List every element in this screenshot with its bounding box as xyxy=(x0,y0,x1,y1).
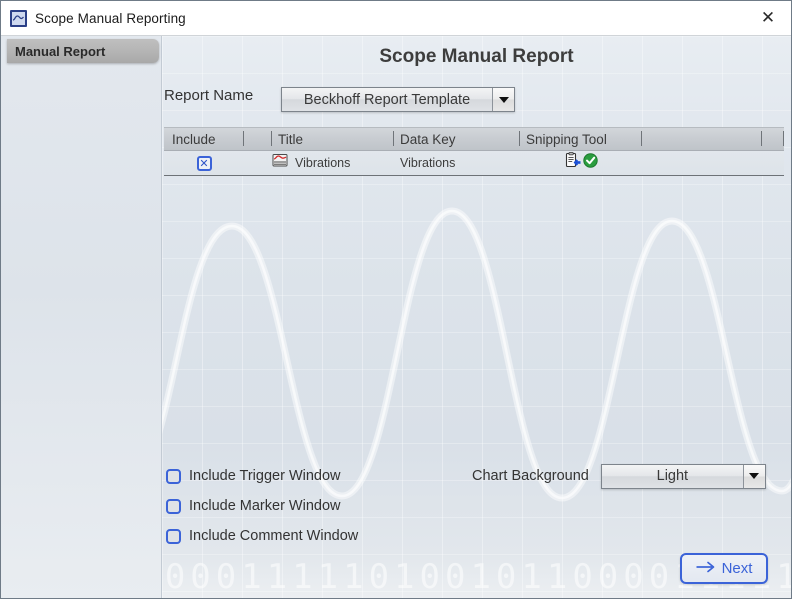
include-trigger-window-checkbox[interactable] xyxy=(166,468,181,484)
cell-title: Vibrations xyxy=(272,151,394,175)
include-comment-window-checkbox[interactable] xyxy=(166,528,181,544)
cell-spacer xyxy=(244,151,272,175)
include-marker-window-checkbox[interactable] xyxy=(166,498,181,514)
next-button-label: Next xyxy=(721,560,753,577)
cell-data-key: Vibrations xyxy=(394,151,520,175)
column-header-include[interactable]: Include xyxy=(164,128,244,150)
report-name-dropdown[interactable]: Beckhoff Report Template xyxy=(281,87,515,112)
column-header-title[interactable]: Title xyxy=(272,128,394,150)
include-comment-window-label: Include Comment Window xyxy=(189,528,359,544)
table-header-row: Include Title Data Key Snipping Tool xyxy=(164,127,784,151)
column-header-data-key[interactable]: Data Key xyxy=(394,128,520,150)
include-trigger-window-label: Include Trigger Window xyxy=(189,468,341,484)
report-items-table: Include Title Data Key Snipping Tool ✕ V… xyxy=(164,127,784,176)
column-header-extra[interactable] xyxy=(642,128,762,150)
sidebar-item-label: Manual Report xyxy=(15,43,106,59)
column-header-snipping-tool[interactable]: Snipping Tool xyxy=(520,128,642,150)
report-name-value: Beckhoff Report Template xyxy=(303,91,471,108)
cell-data-key-text: Vibrations xyxy=(400,156,456,170)
sidebar: Manual Report xyxy=(1,36,162,598)
close-icon[interactable]: ✕ xyxy=(745,1,791,35)
chart-background-value: Light xyxy=(656,468,689,484)
title-bar: Scope Manual Reporting ✕ xyxy=(1,1,791,36)
cell-title-text: Vibrations xyxy=(295,156,351,170)
column-header-last[interactable] xyxy=(762,128,784,150)
include-checkbox[interactable]: ✕ xyxy=(196,155,212,171)
clipboard-import-icon[interactable] xyxy=(564,152,581,174)
scope-waveform-icon xyxy=(10,9,27,27)
chart-background-row: Chart Background Light xyxy=(472,461,766,491)
table-row[interactable]: ✕ Vibrations Vibrations xyxy=(164,151,784,176)
main-panel: 0101100001111101001011000011111010010110… xyxy=(162,36,791,598)
scope-chart-icon xyxy=(272,153,288,173)
column-header-icon[interactable] xyxy=(244,128,272,150)
option-row-marker-window[interactable]: Include Marker Window xyxy=(166,491,566,521)
arrow-right-icon xyxy=(696,560,715,578)
cell-snipping-tool xyxy=(520,151,642,175)
window-body: Manual Report 01011000011111010010110000… xyxy=(1,36,791,598)
next-button[interactable]: Next xyxy=(680,553,768,584)
chevron-down-icon[interactable] xyxy=(742,464,765,488)
page-title: Scope Manual Report xyxy=(379,46,574,67)
option-row-comment-window[interactable]: Include Comment Window xyxy=(166,521,566,551)
window-title: Scope Manual Reporting xyxy=(35,10,186,26)
sidebar-item-manual-report[interactable]: Manual Report xyxy=(7,39,159,63)
scope-manual-reporting-window: Scope Manual Reporting ✕ Manual Report 0… xyxy=(0,0,792,599)
main-content: Scope Manual Report Report Name Beckhoff… xyxy=(162,36,791,598)
include-marker-window-label: Include Marker Window xyxy=(189,498,341,514)
cell-include: ✕ xyxy=(164,151,244,175)
chart-background-dropdown[interactable]: Light xyxy=(600,463,766,489)
chart-background-label: Chart Background xyxy=(472,468,589,484)
report-name-row: Report Name Beckhoff Report Template xyxy=(164,87,515,112)
chevron-down-icon[interactable] xyxy=(492,88,514,111)
green-check-icon xyxy=(583,153,598,173)
report-name-label: Report Name xyxy=(164,87,254,104)
